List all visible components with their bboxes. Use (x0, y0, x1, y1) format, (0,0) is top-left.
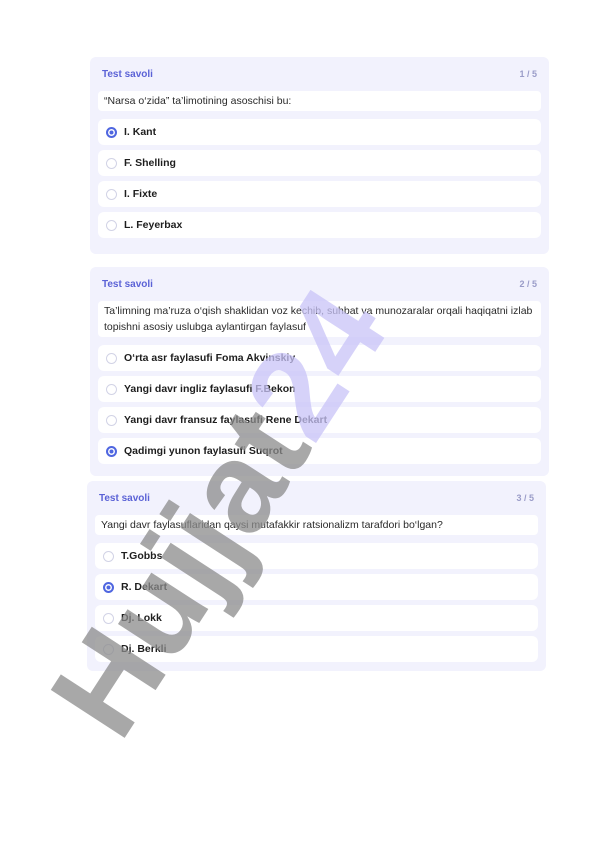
question-text: “Narsa o‘zida” ta’limotining asoschisi b… (98, 91, 541, 111)
option-label: I. Kant (124, 126, 157, 138)
radio-unselected-icon[interactable] (106, 414, 117, 426)
radio-unselected-icon[interactable] (106, 383, 117, 395)
radio-selected-icon[interactable] (106, 445, 117, 457)
question-card-1: Test savoli 1 / 5 “Narsa o‘zida” ta’limo… (90, 57, 549, 254)
card-title: Test savoli (99, 492, 150, 504)
radio-unselected-icon[interactable] (103, 550, 114, 562)
option-label: I. Fixte (124, 188, 158, 200)
question-counter: 2 / 5 (519, 279, 537, 289)
option-label: F. Shelling (124, 157, 176, 169)
option-label: O‘rta asr faylasufi Foma Akvinskiy (124, 352, 296, 364)
option-label: Qadimgi yunon faylasufi Suqrot (124, 445, 283, 457)
option-label: L. Feyerbax (124, 219, 183, 231)
radio-unselected-icon[interactable] (103, 612, 114, 624)
option-label: T.Gobbs (121, 550, 163, 562)
radio-unselected-icon[interactable] (106, 219, 117, 231)
answer-option[interactable]: R. Dekart (95, 574, 538, 600)
answer-option[interactable]: L. Feyerbax (98, 212, 541, 238)
question-counter: 3 / 5 (516, 493, 534, 503)
card-title: Test savoli (102, 278, 153, 290)
radio-selected-icon[interactable] (103, 581, 114, 593)
answer-option[interactable]: Dj. Lokk (95, 605, 538, 631)
option-label: Dj. Berkli (121, 643, 167, 655)
option-label: Dj. Lokk (121, 612, 162, 624)
radio-unselected-icon[interactable] (106, 188, 117, 200)
card-title: Test savoli (102, 68, 153, 80)
card-header: Test savoli 1 / 5 (98, 57, 541, 91)
radio-unselected-icon[interactable] (106, 352, 117, 364)
question-counter: 1 / 5 (519, 69, 537, 79)
option-label: Yangi davr ingliz faylasufi F.Bekon (124, 383, 296, 395)
radio-unselected-icon[interactable] (106, 157, 117, 169)
question-card-2: Test savoli 2 / 5 Ta’limning ma’ruza o‘q… (90, 267, 549, 476)
option-label: Yangi davr fransuz faylasufi Rene Dekart (124, 414, 328, 426)
answer-option[interactable]: Dj. Berkli (95, 636, 538, 662)
answer-option[interactable]: I. Fixte (98, 181, 541, 207)
answer-option[interactable]: Yangi davr fransuz faylasufi Rene Dekart (98, 407, 541, 433)
answer-option[interactable]: O‘rta asr faylasufi Foma Akvinskiy (98, 345, 541, 371)
question-text: Yangi davr faylasuflaridan qaysi mutafak… (95, 515, 538, 535)
answer-option[interactable]: I. Kant (98, 119, 541, 145)
card-header: Test savoli 3 / 5 (95, 481, 538, 515)
answer-option[interactable]: Qadimgi yunon faylasufi Suqrot (98, 438, 541, 464)
radio-selected-icon[interactable] (106, 126, 117, 138)
option-label: R. Dekart (121, 581, 168, 593)
answer-option[interactable]: F. Shelling (98, 150, 541, 176)
question-card-3: Test savoli 3 / 5 Yangi davr faylasuflar… (87, 481, 546, 671)
question-text: Ta’limning ma’ruza o‘qish shaklidan voz … (98, 301, 541, 337)
card-header: Test savoli 2 / 5 (98, 267, 541, 301)
answer-option[interactable]: Yangi davr ingliz faylasufi F.Bekon (98, 376, 541, 402)
answer-option[interactable]: T.Gobbs (95, 543, 538, 569)
radio-unselected-icon[interactable] (103, 643, 114, 655)
